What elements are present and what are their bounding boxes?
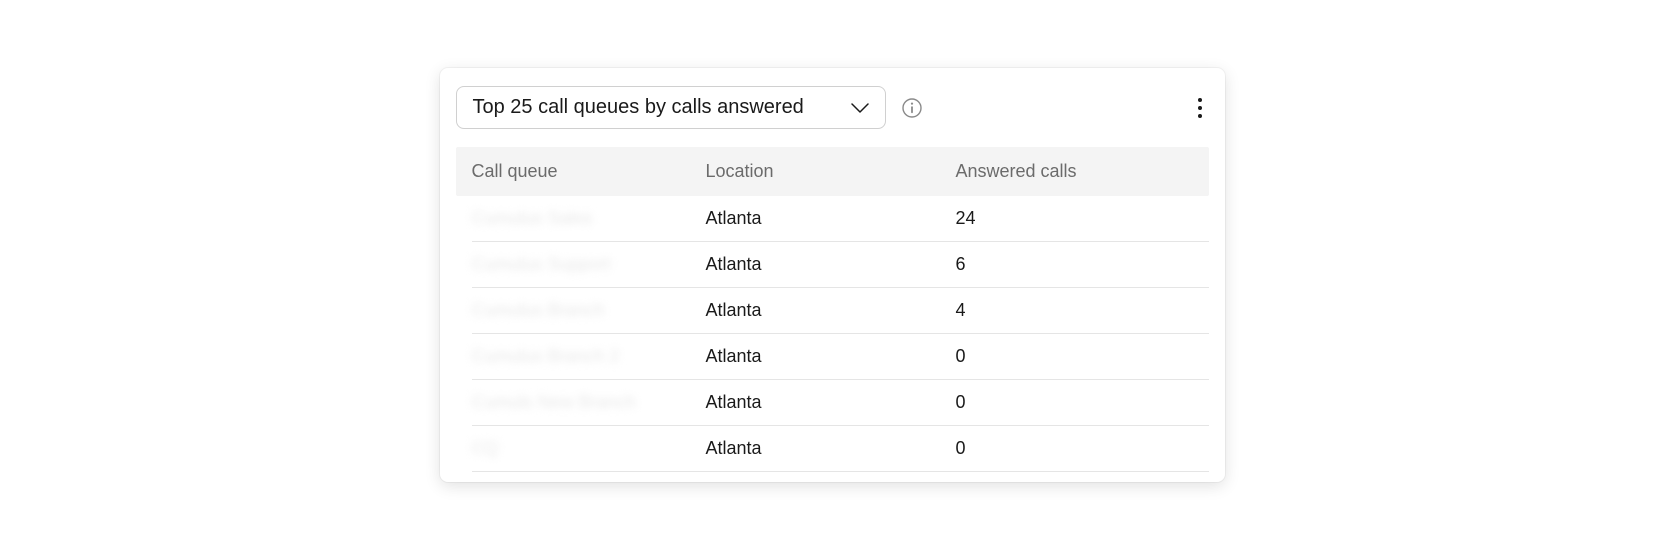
column-header-answered[interactable]: Answered calls [956, 161, 1209, 182]
cell-answered: 0 [956, 346, 1209, 367]
cell-queue: Cumulus Branch [472, 300, 706, 321]
cell-answered: 24 [956, 208, 1209, 229]
cell-queue: Cumuls New Branch [472, 392, 706, 413]
table-row[interactable]: Cumuls New Branch Atlanta 0 [472, 380, 1209, 426]
cell-answered: 6 [956, 254, 1209, 275]
more-vertical-icon[interactable] [1191, 91, 1209, 125]
card-header: Top 25 call queues by calls answered [440, 86, 1225, 147]
cell-location: Atlanta [706, 392, 956, 413]
info-icon[interactable] [902, 98, 922, 118]
cell-location: Atlanta [706, 438, 956, 459]
table-row[interactable]: Cumulus Branch Atlanta 4 [472, 288, 1209, 334]
call-queue-card: Top 25 call queues by calls answered [440, 68, 1225, 482]
cell-location: Atlanta [706, 346, 956, 367]
table-row[interactable]: Cumulus Sales Atlanta 24 [472, 196, 1209, 242]
cell-location: Atlanta [706, 300, 956, 321]
metric-dropdown[interactable]: Top 25 call queues by calls answered [456, 86, 886, 129]
cell-location: Atlanta [706, 254, 956, 275]
dropdown-label: Top 25 call queues by calls answered [473, 96, 804, 119]
table-body: Cumulus Sales Atlanta 24 Cumulus Support… [456, 196, 1209, 472]
cell-answered: 4 [956, 300, 1209, 321]
table-row[interactable]: Cumulus Support Atlanta 6 [472, 242, 1209, 288]
cell-location: Atlanta [706, 208, 956, 229]
cell-queue: Cumulus Support [472, 254, 706, 275]
column-header-queue[interactable]: Call queue [456, 161, 706, 182]
table-row[interactable]: Cumulus Branch 2 Atlanta 0 [472, 334, 1209, 380]
chevron-down-icon [851, 103, 869, 113]
column-header-location[interactable]: Location [706, 161, 956, 182]
cell-answered: 0 [956, 392, 1209, 413]
table: Call queue Location Answered calls Cumul… [440, 147, 1225, 472]
table-row[interactable]: CQ Atlanta 0 [472, 426, 1209, 472]
cell-queue: CQ [472, 438, 706, 459]
cell-queue: Cumulus Sales [472, 208, 706, 229]
cell-queue: Cumulus Branch 2 [472, 346, 706, 367]
table-header-row: Call queue Location Answered calls [456, 147, 1209, 196]
cell-answered: 0 [956, 438, 1209, 459]
